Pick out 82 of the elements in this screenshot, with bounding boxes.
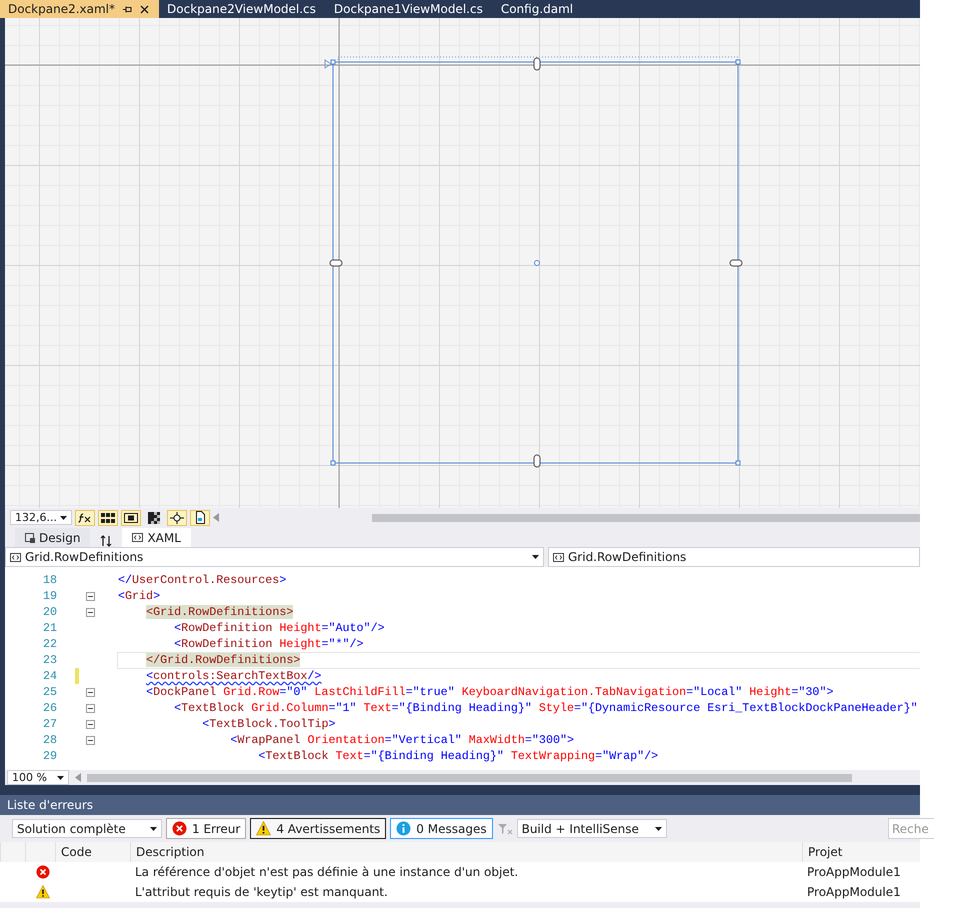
filter-toggle[interactable]: 0 Messages <box>390 818 493 839</box>
member-dropdown[interactable]: Grid.RowDefinitions <box>548 547 920 567</box>
collapse-icon[interactable] <box>86 592 95 600</box>
code-line: <WrapPanel Orientation="Vertical" MaxWidth="300"> <box>230 733 574 747</box>
document-tab[interactable]: Config.daml <box>492 0 621 18</box>
column-header[interactable]: Description <box>136 845 204 859</box>
dropdown-caret-icon <box>60 516 67 520</box>
design-icon <box>25 532 35 542</box>
line-number: 22 <box>42 637 57 651</box>
document-tab[interactable]: Dockpane2.xaml* <box>0 0 160 18</box>
code-line: <RowDefinition Height="Auto"/> <box>174 621 385 635</box>
code-line: <RowDefinition Height="*"/> <box>174 637 364 651</box>
source-dropdown[interactable]: Build + IntelliSense <box>516 819 667 838</box>
warning-icon <box>256 821 272 836</box>
horizontal-scrollbar[interactable] <box>372 514 920 522</box>
formula-toggle[interactable] <box>75 510 95 526</box>
project-name: ProAppModule1 <box>807 885 901 899</box>
line-number: 28 <box>42 733 57 747</box>
project-name: ProAppModule1 <box>807 865 901 879</box>
error-description: La référence d'objet n'est pas définie à une instance d'un objet. <box>135 865 518 879</box>
checkerboard-icon <box>148 512 160 524</box>
frame-icon <box>124 512 138 522</box>
column-header[interactable]: Code <box>61 845 92 859</box>
warning-icon <box>36 885 50 899</box>
search-field[interactable]: Reche <box>888 818 934 839</box>
code-line: <DockPanel Grid.Row="0" LastChildFill="true" KeyboardNavigation.TabNavigation="Local" Height="30"> <box>146 685 834 699</box>
line-number: 18 <box>42 573 57 587</box>
line-number: 20 <box>42 605 57 619</box>
close-icon <box>140 4 150 14</box>
column-header[interactable]: Projet <box>808 845 842 859</box>
horizontal-scrollbar[interactable] <box>87 774 852 782</box>
line-number: 29 <box>42 749 57 763</box>
code-line: <TextBlock Grid.Column="1" Text="{Binding Heading}" Style="{DynamicResource Esri_TextBlockDockPaneHeader}" <box>174 701 918 715</box>
line-number: 21 <box>42 621 57 635</box>
code-line: <Grid> <box>118 589 160 603</box>
scope-dropdown[interactable]: Solution complète <box>12 819 162 838</box>
dropdown-caret-icon <box>532 555 539 559</box>
dropdown-caret-icon <box>654 826 662 830</box>
dropdown-caret-icon <box>150 826 157 830</box>
code-line: <TextBlock Text="{Binding Heading}" TextWrapping="Wrap"/> <box>258 749 658 763</box>
grid-toggle[interactable] <box>98 510 118 526</box>
line-number: 24 <box>42 669 57 683</box>
pin-icon <box>123 4 132 14</box>
dropdown-caret-icon <box>57 776 64 780</box>
line-number: 19 <box>42 589 57 603</box>
snap-lines-toggle[interactable] <box>167 510 187 526</box>
filter-toggle[interactable]: 4 Avertissements <box>250 818 386 839</box>
line-number: 25 <box>42 685 57 699</box>
line-number: 26 <box>42 701 57 715</box>
collapse-icon[interactable] <box>86 720 95 728</box>
grid-icon <box>101 512 115 522</box>
collapse-icon[interactable] <box>86 704 95 712</box>
swap-panes-icon[interactable] <box>100 535 112 547</box>
line-number: 27 <box>42 717 57 731</box>
zoom-dropdown[interactable]: 100 % <box>7 770 69 785</box>
document-code-icon <box>194 511 206 524</box>
code-toggle[interactable] <box>190 510 210 526</box>
error-icon <box>36 865 50 879</box>
view-tab[interactable]: XAML <box>122 528 191 547</box>
element-icon <box>553 552 564 562</box>
snap-toggle[interactable] <box>121 510 141 526</box>
document-tab[interactable]: Dockpane2ViewModel.cs <box>159 0 326 18</box>
view-tab[interactable]: Design <box>15 528 90 547</box>
xaml-icon <box>132 533 144 542</box>
error-description: L'attribut requis de 'keytip' est manquant. <box>135 885 388 899</box>
collapse-icon[interactable] <box>86 688 95 696</box>
zoom-dropdown[interactable]: 132,6... <box>10 510 72 525</box>
fx-icon <box>78 512 92 522</box>
line-number: 23 <box>42 653 57 667</box>
crosshair-icon <box>170 512 184 524</box>
element-icon <box>10 552 21 562</box>
collapse-icon[interactable] <box>86 736 95 744</box>
collapse-icon[interactable] <box>86 608 95 616</box>
error-icon <box>172 821 187 836</box>
document-tab[interactable]: Dockpane1ViewModel.cs <box>326 0 493 18</box>
code-line: <TextBlock.ToolTip> <box>202 717 336 731</box>
scope-dropdown[interactable]: Grid.RowDefinitions <box>5 547 544 567</box>
code-line: <controls:SearchTextBox/> <box>146 669 322 683</box>
filter-toggle[interactable]: 1 Erreur <box>166 818 246 839</box>
info-icon <box>396 821 412 836</box>
code-line: </UserControl.Resources> <box>118 573 286 587</box>
panel-title: Liste d'erreurs <box>7 798 94 812</box>
